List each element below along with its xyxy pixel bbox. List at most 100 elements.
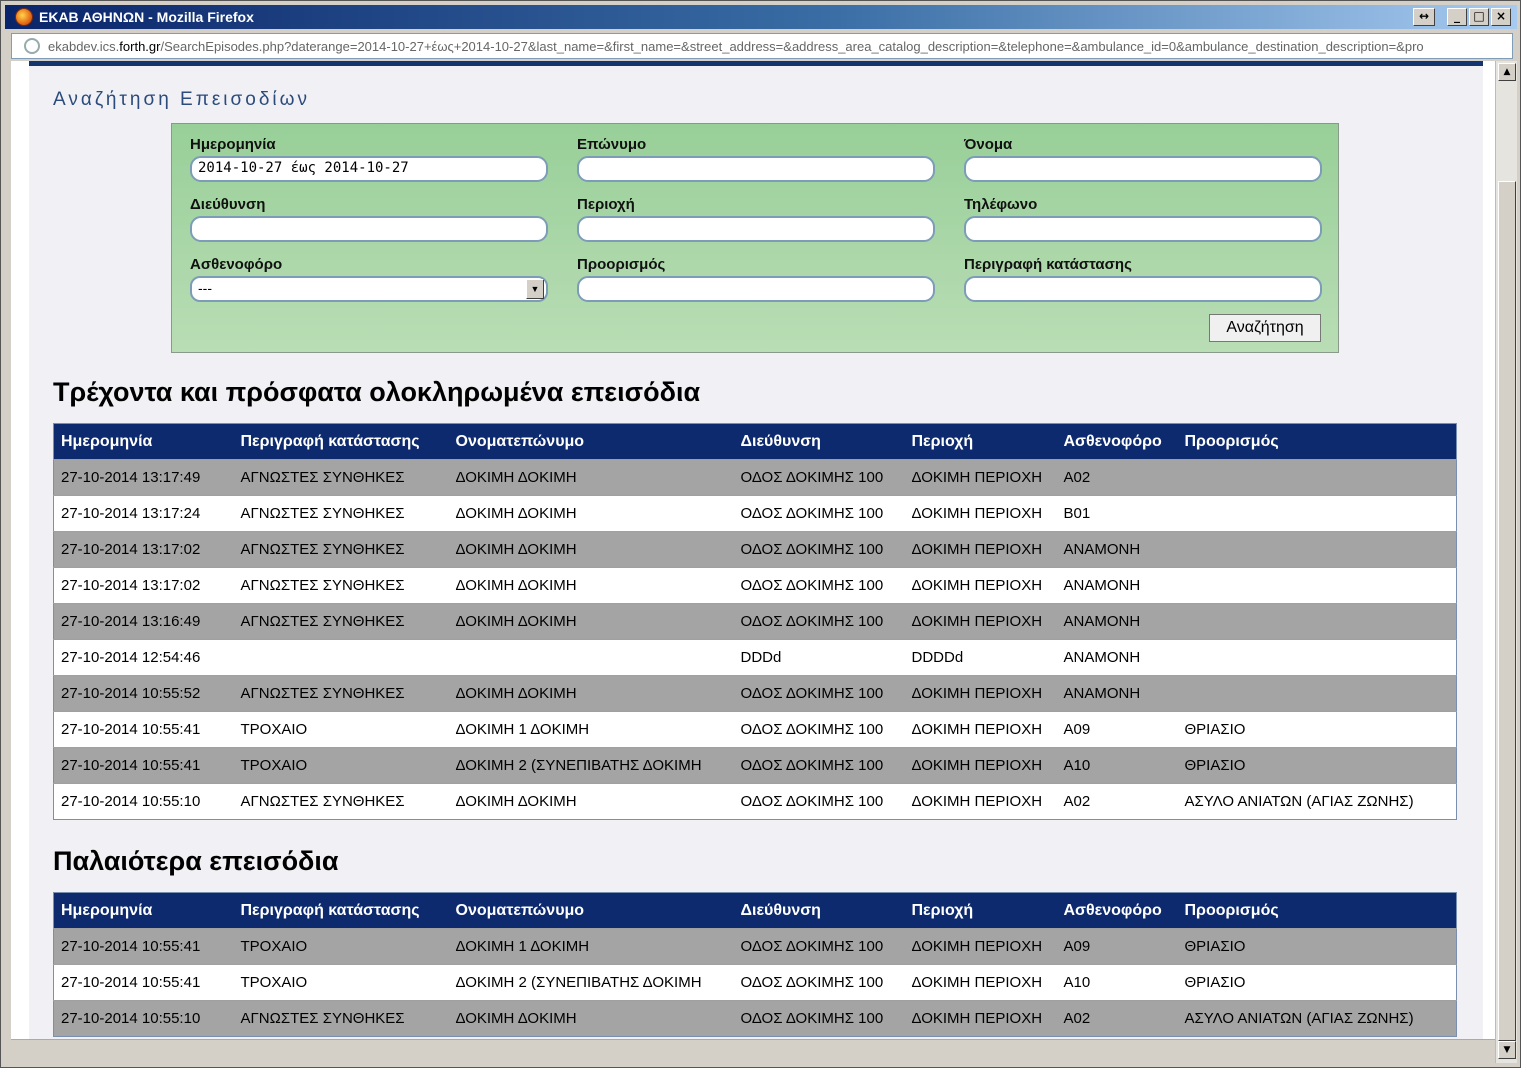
column-header-date[interactable]: Ημερομηνία [53,423,234,460]
resize-arrows-icon[interactable]: ↔ [1413,8,1435,26]
recent-episodes-title: Τρέχοντα και πρόσφατα ολοκληρωμένα επεισ… [53,377,701,407]
column-header-fullname[interactable]: Ονοματεπώνυμο [448,423,734,460]
cell-address: ΟΔΟΣ ΔΟΚΙΜΗΣ 100 [733,928,905,965]
table-row[interactable]: 27-10-2014 10:55:41 ΤΡΟΧΑΙΟ ΔΟΚΙΜΗ 2 (ΣΥΝΕ… [53,964,1457,1001]
table-row[interactable]: 27-10-2014 13:16:49 ΑΓΝΩΣΤΕΣ ΣΥΝΘΗΚΕΣ ΔΟΚΙ… [53,603,1457,640]
url-prefix: ekabdev.ics. [48,38,120,54]
column-header-destination[interactable]: Προορισμός [1177,892,1457,929]
cell-ambulance: A10 [1056,964,1178,1001]
table-row[interactable]: 27-10-2014 13:17:02 ΑΓΝΩΣΤΕΣ ΣΥΝΘΗΚΕΣ ΔΟΚΙ… [53,531,1457,568]
table-row[interactable]: 27-10-2014 10:55:41 ΤΡΟΧΑΙΟ ΔΟΚΙΜΗ 2 (ΣΥΝΕ… [53,747,1457,784]
cell-address: ΟΔΟΣ ΔΟΚΙΜΗΣ 100 [733,567,905,604]
maximize-button[interactable]: □ [1469,8,1489,26]
cell-area: ΔΟΚΙΜΗ ΠΕΡΙΟΧΗ [904,928,1057,965]
older-episodes-table: Ημερομηνία Περιγραφή κατάστασης Ονοματεπών… [53,892,1457,1037]
phone-input[interactable] [964,216,1322,242]
search-button[interactable]: Αναζήτηση [1209,314,1321,342]
cell-destination [1177,495,1457,532]
firstname-input[interactable] [964,156,1322,182]
recent-episodes-table: Ημερομηνία Περιγραφή κατάστασης Ονοματεπών… [53,423,1457,820]
cell-fullname: ΔΟΚΙΜΗ ΔΟΚΙΜΗ [448,531,734,568]
column-header-date[interactable]: Ημερομηνία [53,892,234,929]
ambulance-selected-value: --- [198,280,212,296]
ambulance-select[interactable]: --- ▼ [190,276,548,302]
address-input[interactable] [190,216,548,242]
date-field-group: Ημερομηνία 2014-10-27 έως 2014-10-27 [190,136,548,182]
table-row[interactable]: 27-10-2014 10:55:10 ΑΓΝΩΣΤΕΣ ΣΥΝΘΗΚΕΣ ΔΟΚΙ… [53,1000,1457,1037]
table-row[interactable]: 27-10-2014 13:17:24 ΑΓΝΩΣΤΕΣ ΣΥΝΘΗΚΕΣ ΔΟΚΙ… [53,495,1457,532]
condition-label: Περιγραφή κατάστασης [964,256,1132,273]
cell-date: 27-10-2014 10:55:52 [53,675,234,712]
cell-condition: ΑΓΝΩΣΤΕΣ ΣΥΝΘΗΚΕΣ [233,531,449,568]
table-row[interactable]: 27-10-2014 12:54:46 DDDd DDDDd ΑΝΑΜΟΝΗ [53,639,1457,676]
destination-label: Προορισμός [577,256,666,273]
cell-address: ΟΔΟΣ ΔΟΚΙΜΗΣ 100 [733,964,905,1001]
destination-input[interactable] [577,276,935,302]
date-range-input[interactable]: 2014-10-27 έως 2014-10-27 [190,156,548,182]
cell-area: ΔΟΚΙΜΗ ΠΕΡΙΟΧΗ [904,495,1057,532]
cell-condition: ΑΓΝΩΣΤΕΣ ΣΥΝΘΗΚΕΣ [233,1000,449,1037]
area-input[interactable] [577,216,935,242]
cell-ambulance: ΑΝΑΜΟΝΗ [1056,603,1178,640]
cell-date: 27-10-2014 10:55:41 [53,928,234,965]
column-header-address[interactable]: Διεύθυνση [733,423,905,460]
cell-destination [1177,567,1457,604]
cell-ambulance: A09 [1056,928,1178,965]
cell-address: ΟΔΟΣ ΔΟΚΙΜΗΣ 100 [733,1000,905,1037]
column-header-area[interactable]: Περιοχή [904,892,1057,929]
cell-area: ΔΟΚΙΜΗ ΠΕΡΙΟΧΗ [904,675,1057,712]
condition-input[interactable] [964,276,1322,302]
column-header-condition[interactable]: Περιγραφή κατάστασης [233,423,449,460]
cell-address: ΟΔΟΣ ΔΟΚΙΜΗΣ 100 [733,603,905,640]
table-row[interactable]: 27-10-2014 13:17:49 ΑΓΝΩΣΤΕΣ ΣΥΝΘΗΚΕΣ ΔΟΚΙ… [53,459,1457,496]
dropdown-arrow-icon[interactable]: ▼ [526,279,544,299]
cell-ambulance: ΑΝΑΜΟΝΗ [1056,567,1178,604]
cell-address: ΟΔΟΣ ΔΟΚΙΜΗΣ 100 [733,675,905,712]
address-bar[interactable]: ekabdev.ics. forth.gr/SearchEpisodes.php?… [11,33,1513,59]
site-identity-icon[interactable] [24,38,40,54]
cell-fullname: ΔΟΚΙΜΗ ΔΟΚΙΜΗ [448,603,734,640]
lastname-input[interactable] [577,156,935,182]
cell-fullname: ΔΟΚΙΜΗ 2 (ΣΥΝΕΠΙΒΑΤΗΣ ΔΟΚΙΜΗ [448,964,734,1001]
cell-address: ΟΔΟΣ ΔΟΚΙΜΗΣ 100 [733,711,905,748]
table-header-row: Ημερομηνία Περιγραφή κατάστασης Ονοματεπών… [53,892,1457,929]
scroll-down-icon[interactable]: ▼ [1498,1041,1516,1059]
cell-area: ΔΟΚΙΜΗ ΠΕΡΙΟΧΗ [904,567,1057,604]
cell-area: ΔΟΚΙΜΗ ΠΕΡΙΟΧΗ [904,711,1057,748]
cell-destination: ΑΣΥΛΟ ΑΝΙΑΤΩΝ (ΑΓΙΑΣ ΖΩΝΗΣ) [1177,783,1457,820]
cell-ambulance: ΑΝΑΜΟΝΗ [1056,531,1178,568]
phone-field-group: Τηλέφωνο [964,196,1322,242]
cell-condition [233,639,449,676]
scrollbar-thumb[interactable] [1498,181,1516,1041]
cell-destination [1177,639,1457,676]
table-row[interactable]: 27-10-2014 10:55:52 ΑΓΝΩΣΤΕΣ ΣΥΝΘΗΚΕΣ ΔΟΚΙ… [53,675,1457,712]
table-row[interactable]: 27-10-2014 10:55:41 ΤΡΟΧΑΙΟ ΔΟΚΙΜΗ 1 ΔΟΚΙΜ… [53,711,1457,748]
cell-address: ΟΔΟΣ ΔΟΚΙΜΗΣ 100 [733,747,905,784]
column-header-address[interactable]: Διεύθυνση [733,892,905,929]
minimize-button[interactable]: _ [1447,8,1467,26]
url-domain: forth.gr [119,38,161,54]
cell-condition: ΤΡΟΧΑΙΟ [233,747,449,784]
vertical-scrollbar[interactable]: ▲ ▼ [1495,61,1517,1063]
search-form: Ημερομηνία 2014-10-27 έως 2014-10-27 Επώ… [171,123,1339,353]
cell-condition: ΤΡΟΧΑΙΟ [233,711,449,748]
area-label: Περιοχή [577,196,635,213]
column-header-area[interactable]: Περιοχή [904,423,1057,460]
table-row[interactable]: 27-10-2014 13:17:02 ΑΓΝΩΣΤΕΣ ΣΥΝΘΗΚΕΣ ΔΟΚΙ… [53,567,1457,604]
column-header-destination[interactable]: Προορισμός [1177,423,1457,460]
title-bar[interactable]: ΕΚΑΒ ΑΘΗΝΩΝ - Mozilla Firefox ↔ _ □ × [5,5,1517,29]
column-header-ambulance[interactable]: Ασθενοφόρο [1056,892,1178,929]
table-row[interactable]: 27-10-2014 10:55:10 ΑΓΝΩΣΤΕΣ ΣΥΝΘΗΚΕΣ ΔΟΚΙ… [53,783,1457,820]
scroll-up-icon[interactable]: ▲ [1498,63,1516,81]
column-header-fullname[interactable]: Ονοματεπώνυμο [448,892,734,929]
column-header-ambulance[interactable]: Ασθενοφόρο [1056,423,1178,460]
cell-date: 27-10-2014 13:17:24 [53,495,234,532]
close-button[interactable]: × [1491,8,1511,26]
date-label: Ημερομηνία [190,136,276,153]
column-header-condition[interactable]: Περιγραφή κατάστασης [233,892,449,929]
cell-ambulance: A09 [1056,711,1178,748]
cell-condition: ΑΓΝΩΣΤΕΣ ΣΥΝΘΗΚΕΣ [233,495,449,532]
cell-date: 27-10-2014 13:17:02 [53,567,234,604]
table-row[interactable]: 27-10-2014 10:55:41 ΤΡΟΧΑΙΟ ΔΟΚΙΜΗ 1 ΔΟΚΙΜ… [53,928,1457,965]
older-episodes-title: Παλαιότερα επεισόδια [53,846,339,876]
